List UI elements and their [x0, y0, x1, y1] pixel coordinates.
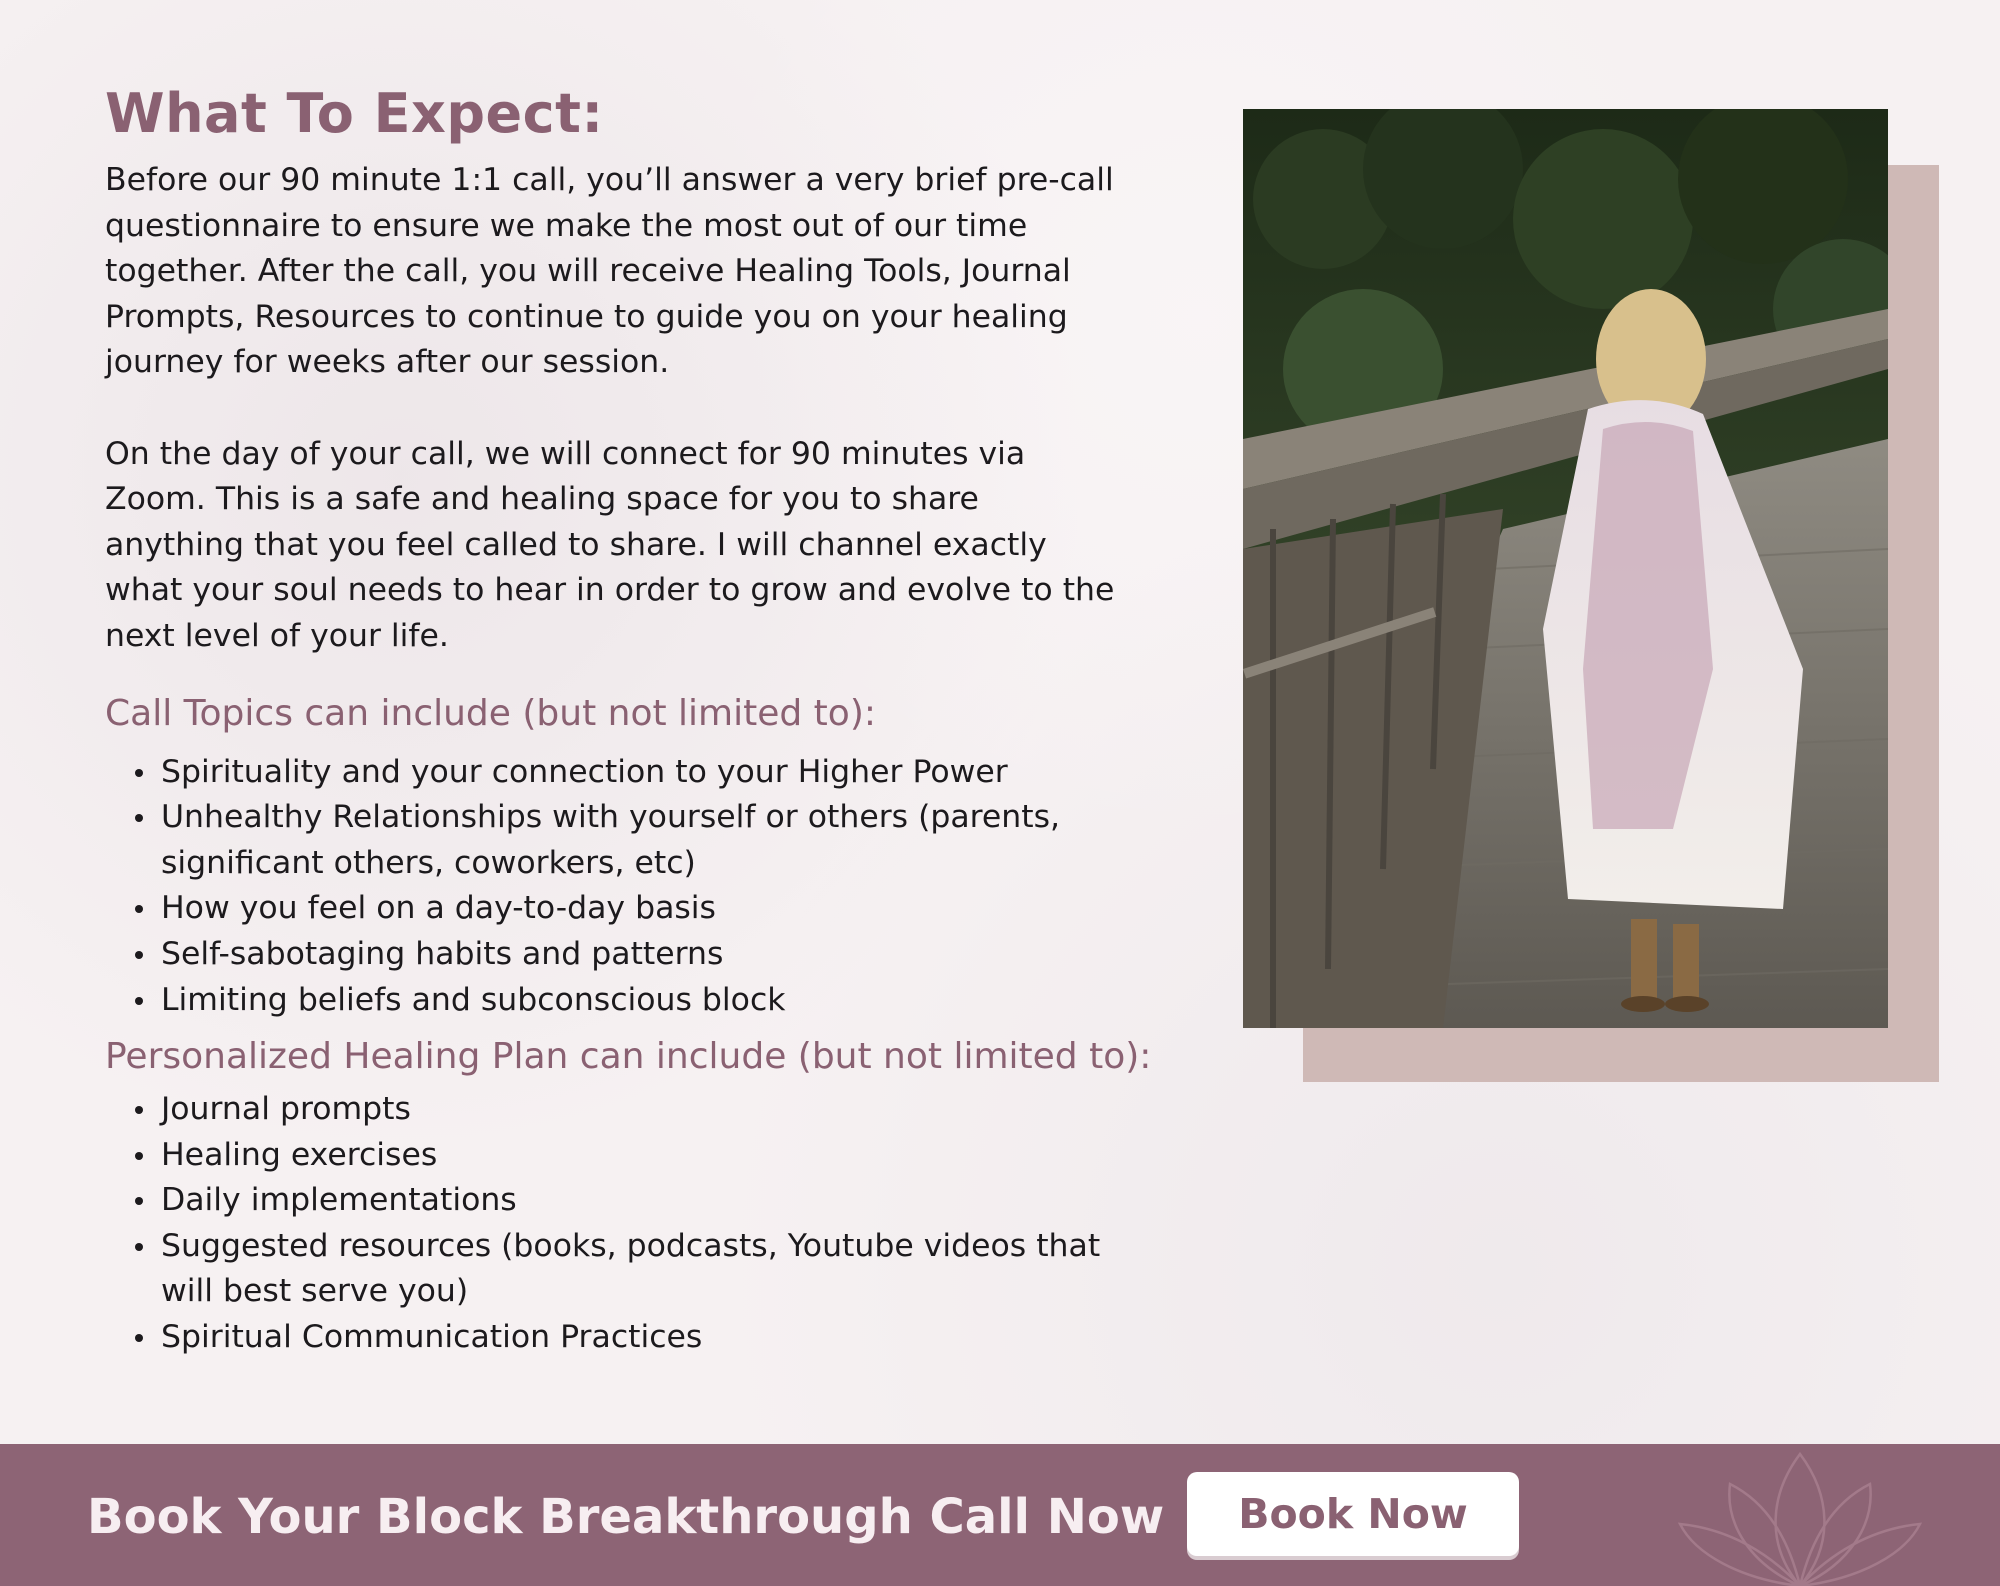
intro-paragraph-1: Before our 90 minute 1:1 call, you’ll an… — [105, 162, 1114, 381]
intro-paragraph-2: On the day of your call, we will connect… — [105, 435, 1115, 654]
bullet-icon — [135, 1197, 143, 1206]
list-item: How you feel on a day-to-day basis — [105, 886, 1145, 932]
book-now-button[interactable]: Book Now — [1187, 1472, 1519, 1556]
cta-text: Book Your Block Breakthrough Call Now — [87, 1489, 1165, 1545]
list-item: Journal prompts — [105, 1087, 1145, 1133]
bullet-icon — [135, 1106, 143, 1115]
list-item: Healing exercises — [105, 1133, 1145, 1179]
bullet-icon — [135, 996, 143, 1005]
bullet-icon — [135, 768, 143, 777]
call-topics-list: Spirituality and your connection to your… — [105, 750, 1145, 1024]
bullet-icon — [135, 1242, 143, 1251]
list-item: Spirituality and your connection to your… — [105, 750, 1145, 796]
healing-plan-list: Journal prompts Healing exercises Daily … — [105, 1087, 1145, 1361]
list-item: Suggested resources (books, podcasts, Yo… — [105, 1224, 1145, 1315]
healing-plan-heading: Personalized Healing Plan can include (b… — [105, 1036, 1152, 1078]
hero-photo — [1243, 109, 1888, 1028]
list-item: Unhealthy Relationships with yourself or… — [105, 795, 1145, 886]
bullet-icon — [135, 905, 143, 914]
list-item: Spiritual Communication Practices — [105, 1315, 1145, 1361]
list-item: Self-sabotaging habits and patterns — [105, 932, 1145, 978]
bullet-icon — [135, 1334, 143, 1343]
bullet-icon — [135, 950, 143, 959]
cta-footer: Book Your Block Breakthrough Call Now Bo… — [0, 1444, 2000, 1586]
bullet-icon — [135, 814, 143, 823]
page-title: What To Expect: — [105, 82, 604, 145]
bullet-icon — [135, 1151, 143, 1160]
lotus-outline-icon — [1677, 1451, 1923, 1586]
call-topics-heading: Call Topics can include (but not limited… — [105, 692, 876, 734]
main-content: What To Expect: Before our 90 minute 1:1… — [105, 78, 1225, 1361]
list-item: Limiting beliefs and subconscious block — [105, 978, 1145, 1024]
list-item: Daily implementations — [105, 1178, 1145, 1224]
